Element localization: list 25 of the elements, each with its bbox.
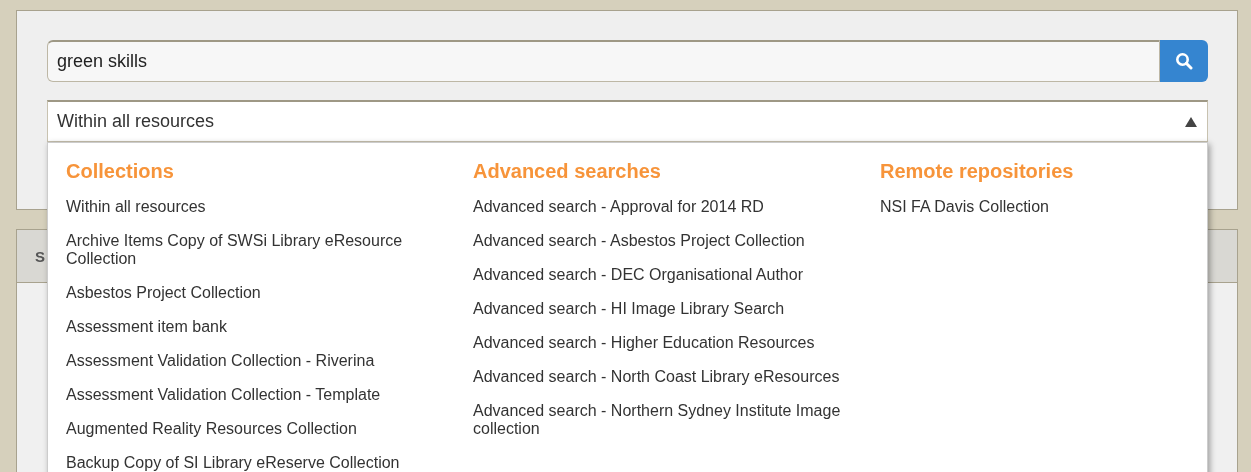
group-heading: Remote repositories — [880, 159, 1075, 183]
menu-item[interactable]: Assessment Validation Collection - Riverina — [66, 352, 451, 370]
menu-item[interactable]: Advanced search - Higher Education Resources — [473, 334, 858, 352]
menu-item[interactable]: Advanced search - Northern Sydney Institute Image collection — [473, 402, 858, 438]
caret-icon — [1185, 116, 1197, 127]
menu-item[interactable]: Within all resources — [66, 198, 451, 216]
menu-item[interactable]: Archive Items Copy of SWSi Library eResource Collection — [66, 232, 451, 268]
search-icon — [1175, 52, 1193, 70]
menu-item[interactable]: Advanced search - North Coast Library eResources — [473, 368, 858, 386]
search-field[interactable]: green skills — [47, 40, 1160, 82]
menu-item[interactable]: Assessment item bank — [66, 318, 451, 336]
group-heading: Collections — [66, 159, 175, 183]
menu-item[interactable]: Advanced search - HI Image Library Search — [473, 300, 858, 318]
group-heading: Advanced searches — [473, 159, 662, 183]
menu-item[interactable]: Advanced search - DEC Organisational Author — [473, 266, 858, 284]
search-button[interactable] — [1160, 40, 1208, 82]
menu-item[interactable]: Backup Copy of SI Library eReserve Collection — [66, 454, 451, 472]
panel-heading: S — [35, 247, 45, 265]
menu-item[interactable]: Asbestos Project Collection — [66, 284, 451, 302]
menu-item[interactable]: Advanced search - Approval for 2014 RD — [473, 198, 858, 216]
menu-item[interactable]: Advanced search - Asbestos Project Collection — [473, 232, 858, 250]
menu-item[interactable]: NSI FA Davis Collection — [880, 198, 1207, 216]
menu-item[interactable]: Assessment Validation Collection - Template — [66, 386, 451, 404]
scope-select[interactable]: Within all resources — [47, 100, 1208, 142]
menu-item[interactable]: Augmented Reality Resources Collection — [66, 420, 451, 438]
